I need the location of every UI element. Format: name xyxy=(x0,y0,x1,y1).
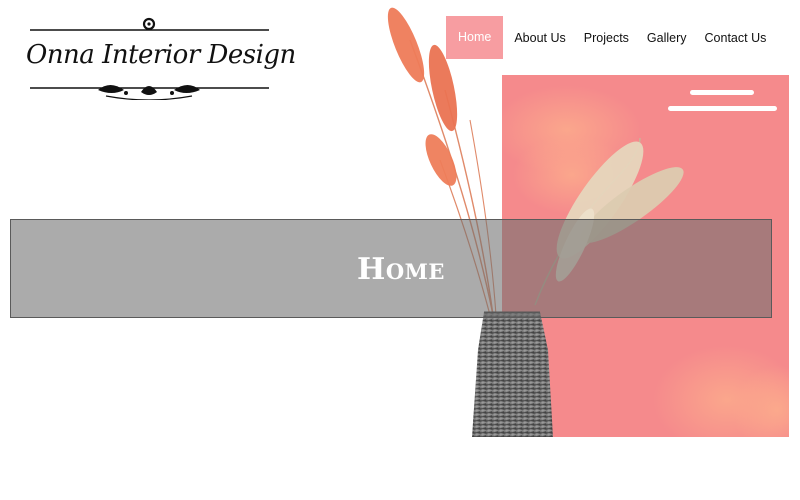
page-title-banner: Home xyxy=(10,219,772,318)
page-title: Home xyxy=(357,252,445,287)
